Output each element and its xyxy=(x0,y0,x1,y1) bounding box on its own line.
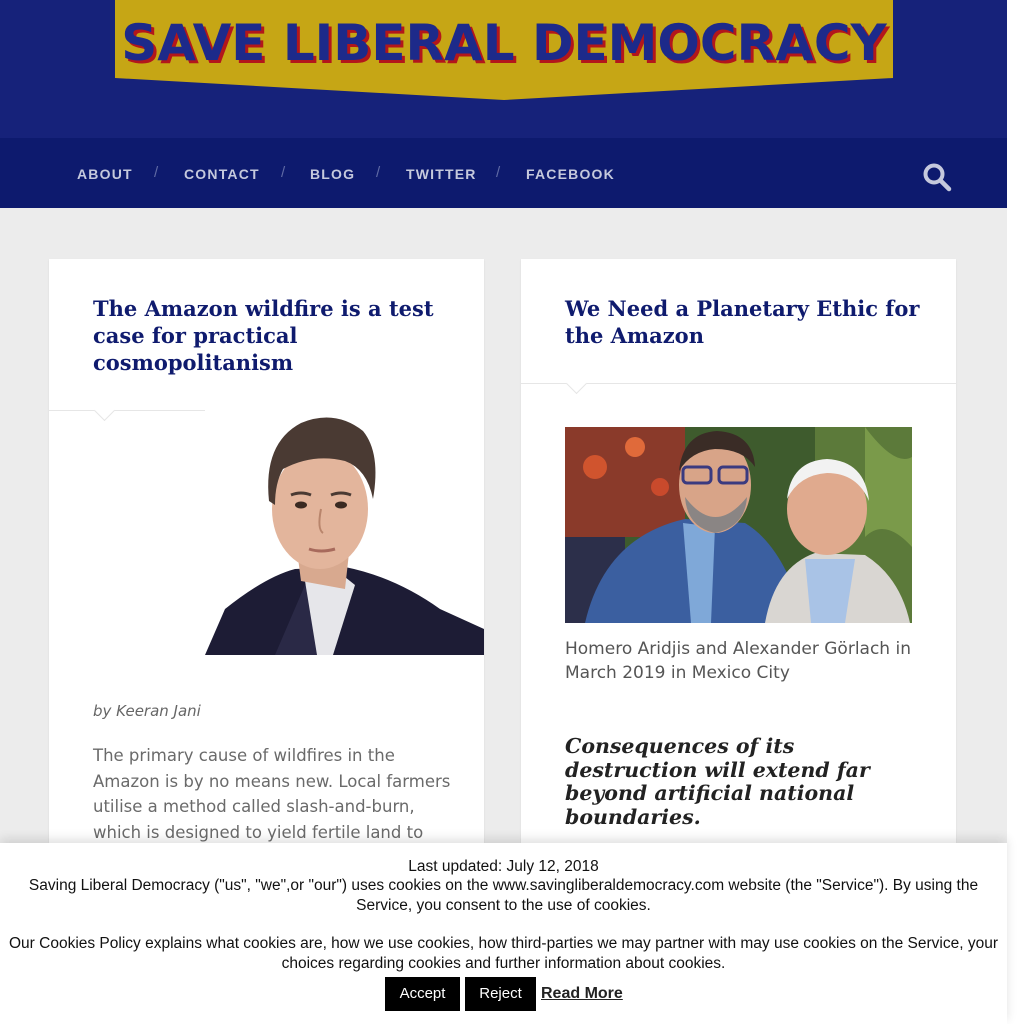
site-logo-banner[interactable]: SAVE LIBERAL DEMOCRACY xyxy=(115,0,893,100)
site-logo-text[interactable]: SAVE LIBERAL DEMOCRACY xyxy=(115,14,893,72)
cookie-paragraph-intro: Saving Liberal Democracy ("us", "we",or … xyxy=(28,877,979,914)
post-byline: by Keeran Jani xyxy=(93,702,201,720)
nav-item-facebook[interactable]: FACEBOOK xyxy=(526,166,615,182)
cookie-consent-banner: Last updated: July 12, 2018 Saving Liber… xyxy=(0,843,1007,1024)
nav-separator: / xyxy=(376,164,381,181)
nav-separator: / xyxy=(496,164,501,181)
nav-item-blog[interactable]: BLOG xyxy=(310,166,355,182)
site-header: SAVE LIBERAL DEMOCRACY ABOUT / CONTACT /… xyxy=(0,0,1007,208)
cookie-updated: Last updated: July 12, 2018 xyxy=(408,858,599,875)
divider-notch xyxy=(93,399,116,422)
post-excerpt: The primary cause of wildfires in the Am… xyxy=(93,746,451,842)
reject-button[interactable]: Reject xyxy=(465,977,536,1011)
post-photo[interactable] xyxy=(565,427,912,623)
accept-button[interactable]: Accept xyxy=(385,977,460,1011)
nav-item-twitter[interactable]: TWITTER xyxy=(406,166,477,182)
search-icon[interactable] xyxy=(922,162,952,192)
post-title[interactable]: We Need a Planetary Ethic for the Amazon xyxy=(565,295,925,349)
header-top: SAVE LIBERAL DEMOCRACY xyxy=(0,0,1007,138)
nav-separator: / xyxy=(281,164,286,181)
post-title[interactable]: The Amazon wildfire is a test case for p… xyxy=(93,295,453,376)
read-more-link[interactable]: Read More xyxy=(541,985,623,1003)
cookie-paragraph-policy: Our Cookies Policy explains what cookies… xyxy=(8,935,998,972)
divider-notch xyxy=(565,372,588,395)
post-pull-quote: Consequences of its destruction will ext… xyxy=(565,734,870,829)
main-navigation: ABOUT / CONTACT / BLOG / TWITTER / FACEB… xyxy=(0,138,1007,208)
nav-item-about[interactable]: ABOUT xyxy=(77,166,133,182)
nav-separator: / xyxy=(154,164,159,181)
page-gutter xyxy=(1007,0,1024,1024)
author-portrait[interactable] xyxy=(205,409,484,655)
photo-caption: Homero Aridjis and Alexander Görlach in … xyxy=(565,639,911,683)
nav-item-contact[interactable]: CONTACT xyxy=(184,166,260,182)
